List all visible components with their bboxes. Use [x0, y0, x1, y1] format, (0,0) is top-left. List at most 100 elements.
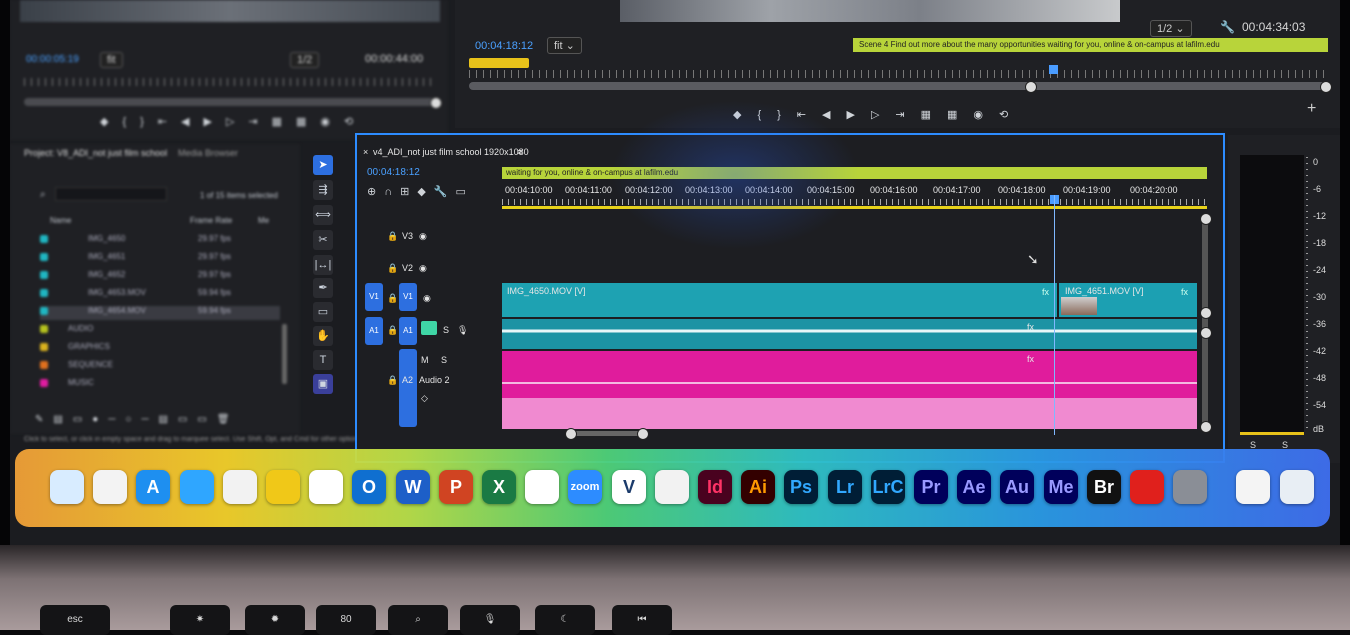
source-patch-a1[interactable]: A1	[365, 317, 383, 345]
tab-media-browser[interactable]: Media Browser	[178, 148, 238, 158]
list-item[interactable]: IMG_4650 29.97 fps	[40, 234, 280, 248]
powerpoint-icon[interactable]: P	[439, 470, 473, 504]
program-zoom-select[interactable]: fit ⌄	[547, 37, 582, 54]
timeline-toolbar[interactable]: ⊕∩⊞◆🔧▭	[367, 185, 474, 198]
column-name[interactable]: Name	[50, 216, 71, 225]
source-zoom-select[interactable]: fit	[100, 52, 123, 68]
solo-toggle[interactable]: S	[443, 325, 449, 335]
project-scrollbar[interactable]	[282, 324, 287, 384]
program-transport-controls[interactable]: ◆{}⇤◀▶▷⇥▦▦◉⟲	[733, 108, 1024, 121]
finder-icon[interactable]	[50, 470, 84, 504]
word-icon[interactable]: W	[396, 470, 430, 504]
source-resolution-select[interactable]: 1/2	[290, 52, 320, 68]
rectangle-icon[interactable]: ▭	[313, 302, 333, 322]
razor-icon[interactable]: ✂	[313, 230, 333, 250]
track-target-a1[interactable]: A1	[399, 317, 417, 345]
system-settings-icon[interactable]	[1173, 470, 1207, 504]
project-bottom-toolbar[interactable]: ✎▤▭●─○─▤▭▭🗑	[35, 414, 240, 425]
work-area-bar[interactable]	[502, 206, 1207, 209]
zoom-icon[interactable]: zoom	[568, 470, 602, 504]
list-item[interactable]: GRAPHICS	[40, 342, 280, 356]
list-item[interactable]: IMG_4652 29.97 fps	[40, 270, 280, 284]
mic-icon[interactable]: 🎙	[457, 325, 468, 336]
horizontal-scroll-handle[interactable]	[637, 428, 649, 440]
program-timecode[interactable]: 00:04:18:12	[475, 40, 533, 52]
track-target-a2-column[interactable]	[399, 349, 417, 427]
column-media[interactable]: Me	[258, 216, 269, 225]
horizontal-scroll-handle[interactable]	[565, 428, 577, 440]
source-patch-v1[interactable]: V1	[365, 283, 383, 311]
pen-icon[interactable]: ✒	[313, 278, 333, 298]
media-encoder-icon[interactable]: Me	[1044, 470, 1078, 504]
keyboard-key[interactable]: ☾	[535, 605, 595, 635]
lock-icon[interactable]: 🔒	[387, 263, 398, 274]
chrome-icon[interactable]	[223, 470, 257, 504]
creative-cloud-icon[interactable]	[655, 470, 689, 504]
program-ruler[interactable]	[469, 70, 1329, 78]
audition-icon[interactable]: Au	[1000, 470, 1034, 504]
eye-icon[interactable]: ◉	[419, 263, 427, 274]
add-button-icon[interactable]: +	[1307, 100, 1316, 118]
lightroom-classic-icon[interactable]: LrC	[871, 470, 905, 504]
scroll-handle[interactable]	[1200, 307, 1212, 319]
list-item-selected[interactable]: IMG_4654.MOV 59.94 fps	[40, 306, 280, 320]
scroll-handle-bottom[interactable]	[1200, 421, 1212, 433]
launchpad-icon[interactable]	[93, 470, 127, 504]
keyframe-icon[interactable]: ◇	[421, 393, 428, 404]
timeline-tab[interactable]: v4_ADI_not just film school 1920x1080	[373, 147, 529, 157]
eye-icon[interactable]: ◉	[419, 231, 427, 242]
source-scrubber[interactable]	[24, 98, 436, 106]
caption-bar[interactable]: Scene 4 Find out more about the many opp…	[853, 38, 1328, 52]
menu-icon[interactable]: ≡	[517, 147, 522, 157]
hand-icon[interactable]: ✋	[313, 326, 333, 346]
lock-icon[interactable]: 🔒	[387, 293, 398, 304]
list-item[interactable]: IMG_4651 29.97 fps	[40, 252, 280, 266]
vpn-icon[interactable]	[525, 470, 559, 504]
audio-clip-a1[interactable]: fx	[502, 319, 1197, 349]
keyboard-key[interactable]: 🎙	[460, 605, 520, 635]
after-effects-icon[interactable]: Ae	[957, 470, 991, 504]
playhead-line[interactable]	[1054, 195, 1055, 435]
column-frame-rate[interactable]: Frame Rate	[190, 216, 232, 225]
program-resolution-select[interactable]: 1/2 ⌄	[1150, 20, 1192, 37]
lock-icon[interactable]: 🔒	[387, 325, 398, 336]
keyboard-key[interactable]: ⏮	[612, 605, 672, 635]
lock-icon[interactable]: 🔒	[387, 231, 398, 242]
photoshop-icon[interactable]: Ps	[784, 470, 818, 504]
keyboard-key[interactable]: 80	[316, 605, 376, 635]
keyboard-key[interactable]: ✷	[170, 605, 230, 635]
list-item[interactable]: AUDIO	[40, 324, 280, 338]
audio-clip-a2[interactable]: fx	[502, 351, 1197, 429]
scroll-handle[interactable]	[1200, 327, 1212, 339]
excel-icon[interactable]: X	[482, 470, 516, 504]
timeline-ruler-ticks[interactable]	[502, 199, 1207, 205]
illustrator-icon[interactable]: Ai	[741, 470, 775, 504]
type-icon[interactable]: T	[313, 350, 333, 370]
source-playhead[interactable]	[430, 97, 442, 109]
program-playhead[interactable]	[1025, 81, 1037, 93]
close-icon[interactable]: ×	[363, 147, 368, 157]
lock-icon[interactable]: 🔒	[387, 375, 398, 386]
solo-toggle[interactable]: S	[441, 355, 447, 365]
app-store-icon[interactable]: A	[136, 470, 170, 504]
in-out-marker[interactable]	[469, 58, 529, 68]
outlook-icon[interactable]: O	[352, 470, 386, 504]
program-scrubber[interactable]	[469, 82, 1329, 90]
key-escape[interactable]: esc	[40, 605, 110, 635]
list-item[interactable]: MUSIC	[40, 378, 280, 392]
mute-toggle[interactable]	[421, 321, 437, 335]
tab-project[interactable]: Project: V8_ADI_not just film school	[24, 148, 167, 158]
slip-icon[interactable]: |↔|	[313, 255, 333, 275]
keyboard-key[interactable]: ✹	[245, 605, 305, 635]
video-clip-1[interactable]: IMG_4650.MOV [V] fx	[502, 283, 1057, 317]
horizontal-scrollbar[interactable]	[567, 431, 642, 436]
source-transport-controls[interactable]: ◆{}⇤◀▶▷⇥▦▦◉⟲	[100, 115, 367, 128]
lightroom-icon[interactable]: Lr	[828, 470, 862, 504]
track-select-icon[interactable]: ⇶	[313, 180, 333, 200]
indesign-icon[interactable]: Id	[698, 470, 732, 504]
trash-icon[interactable]	[1280, 470, 1314, 504]
ripple-edit-icon[interactable]: ⟺	[313, 205, 333, 225]
slack-icon[interactable]	[309, 470, 343, 504]
wrench-icon[interactable]: 🔧	[1220, 20, 1235, 34]
caption-track-bar[interactable]: waiting for you, online & on-campus at l…	[502, 167, 1207, 179]
